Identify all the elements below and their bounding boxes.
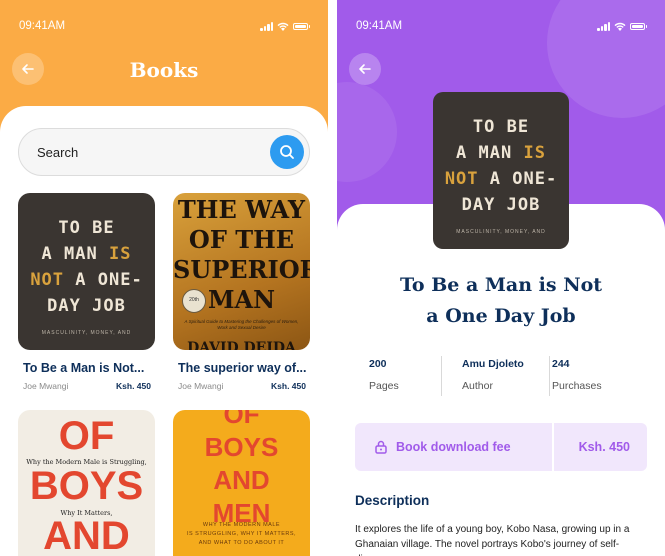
cover-subtitle: MASCULINITY, MONEY, AND: [41, 330, 132, 336]
cover-title-line: AND: [43, 514, 130, 556]
stat-value: 244: [552, 358, 570, 370]
book-price: Ksh. 450: [271, 381, 306, 391]
book-cover: TO BE A MAN IS NOT A ONE- DAY JOB MASCUL…: [433, 92, 569, 249]
cover-title: TO BE A MAN IS NOT A ONE- DAY JOB: [444, 117, 558, 215]
cover-subtitle: MASCULINITY, MONEY, AND: [456, 229, 546, 235]
status-time: 09:41AM: [356, 20, 403, 32]
fee-label: Book download fee: [396, 440, 511, 454]
stat-label: Pages: [369, 380, 399, 392]
search-placeholder: Search: [37, 145, 79, 160]
stat-label: Purchases: [552, 380, 602, 392]
cover-author: DAVID DEIDA: [187, 340, 296, 350]
stat-value: 200: [369, 358, 387, 370]
divider: [552, 423, 554, 471]
lock-icon: [375, 440, 387, 454]
cover-title-line: BOYS: [29, 464, 144, 508]
anniversary-seal: 20th: [182, 289, 206, 313]
search-input[interactable]: Search: [18, 128, 310, 176]
book-stats: 200 Pages Amu Djoleto Author 244 Purchas…: [355, 356, 647, 398]
cover-title: OF BOYS AND MEN: [204, 410, 279, 528]
book-price: Ksh. 450: [116, 381, 151, 391]
cover-title-line: OF: [58, 414, 115, 458]
book-title: To Be a Man is Not a One Day Job: [399, 274, 603, 327]
fee-price: Ksh. 450: [578, 440, 630, 454]
book-cover[interactable]: TO BE A MAN IS NOT A ONE- DAY JOB MASCUL…: [18, 193, 155, 350]
cover-subtitle: WHY THE MODERN MALE IS STRUGGLING, WHY I…: [186, 522, 297, 546]
search-icon: [280, 145, 294, 159]
book-cover[interactable]: THE WAY OF THE SUPERIOR MAN 20th A Spiri…: [173, 193, 310, 350]
stat-purchases: 244 Purchases: [538, 356, 638, 396]
status-time: 09:41AM: [19, 20, 66, 32]
wifi-icon: [614, 22, 626, 31]
description-text: It explores the life of a young boy, Kob…: [355, 524, 630, 556]
decor-circle: [337, 82, 397, 182]
stat-value: Amu Djoleto: [462, 358, 524, 370]
book-author: Joe Mwangi: [23, 381, 69, 391]
book-title[interactable]: To Be a Man is Not...: [23, 361, 155, 375]
books-screen: 09:41AM Books Search TO BE A MAN IS NOT …: [0, 0, 328, 556]
status-icons: [597, 21, 647, 31]
book-cover[interactable]: OF BOYS AND MEN WHY THE MODERN MALE IS S…: [173, 410, 310, 556]
signal-icon: [260, 21, 273, 31]
stat-author: Amu Djoleto Author: [448, 356, 548, 396]
book-author: Joe Mwangi: [178, 381, 224, 391]
book-title[interactable]: The superior way of...: [178, 361, 310, 375]
cover-title: TO BE A MAN IS NOT A ONE- DAY JOB: [30, 218, 143, 316]
download-fee-button[interactable]: Book download fee Ksh. 450: [355, 423, 647, 471]
stat-pages: 200 Pages: [355, 356, 441, 396]
status-icons: [260, 21, 310, 31]
status-bar: 09:41AM: [356, 19, 647, 33]
description-heading: Description: [355, 493, 430, 508]
divider: [441, 356, 442, 396]
cover-subtitle: A Spiritual Guide to Mastering the Chall…: [184, 319, 299, 330]
stat-label: Author: [462, 380, 493, 392]
book-cover[interactable]: OF Why the Modern Male is Struggling, BO…: [18, 410, 155, 556]
back-button[interactable]: [349, 53, 381, 85]
page-title: Books: [129, 58, 199, 82]
wifi-icon: [277, 22, 289, 31]
arrow-left-icon: [359, 64, 371, 74]
status-bar: 09:41AM: [19, 19, 310, 33]
battery-icon: [293, 22, 310, 30]
signal-icon: [597, 21, 610, 31]
battery-icon: [630, 22, 647, 30]
book-detail-screen: 09:41AM TO BE A MAN IS NOT A ONE- DAY JO…: [337, 0, 665, 556]
search-button[interactable]: [270, 135, 304, 169]
